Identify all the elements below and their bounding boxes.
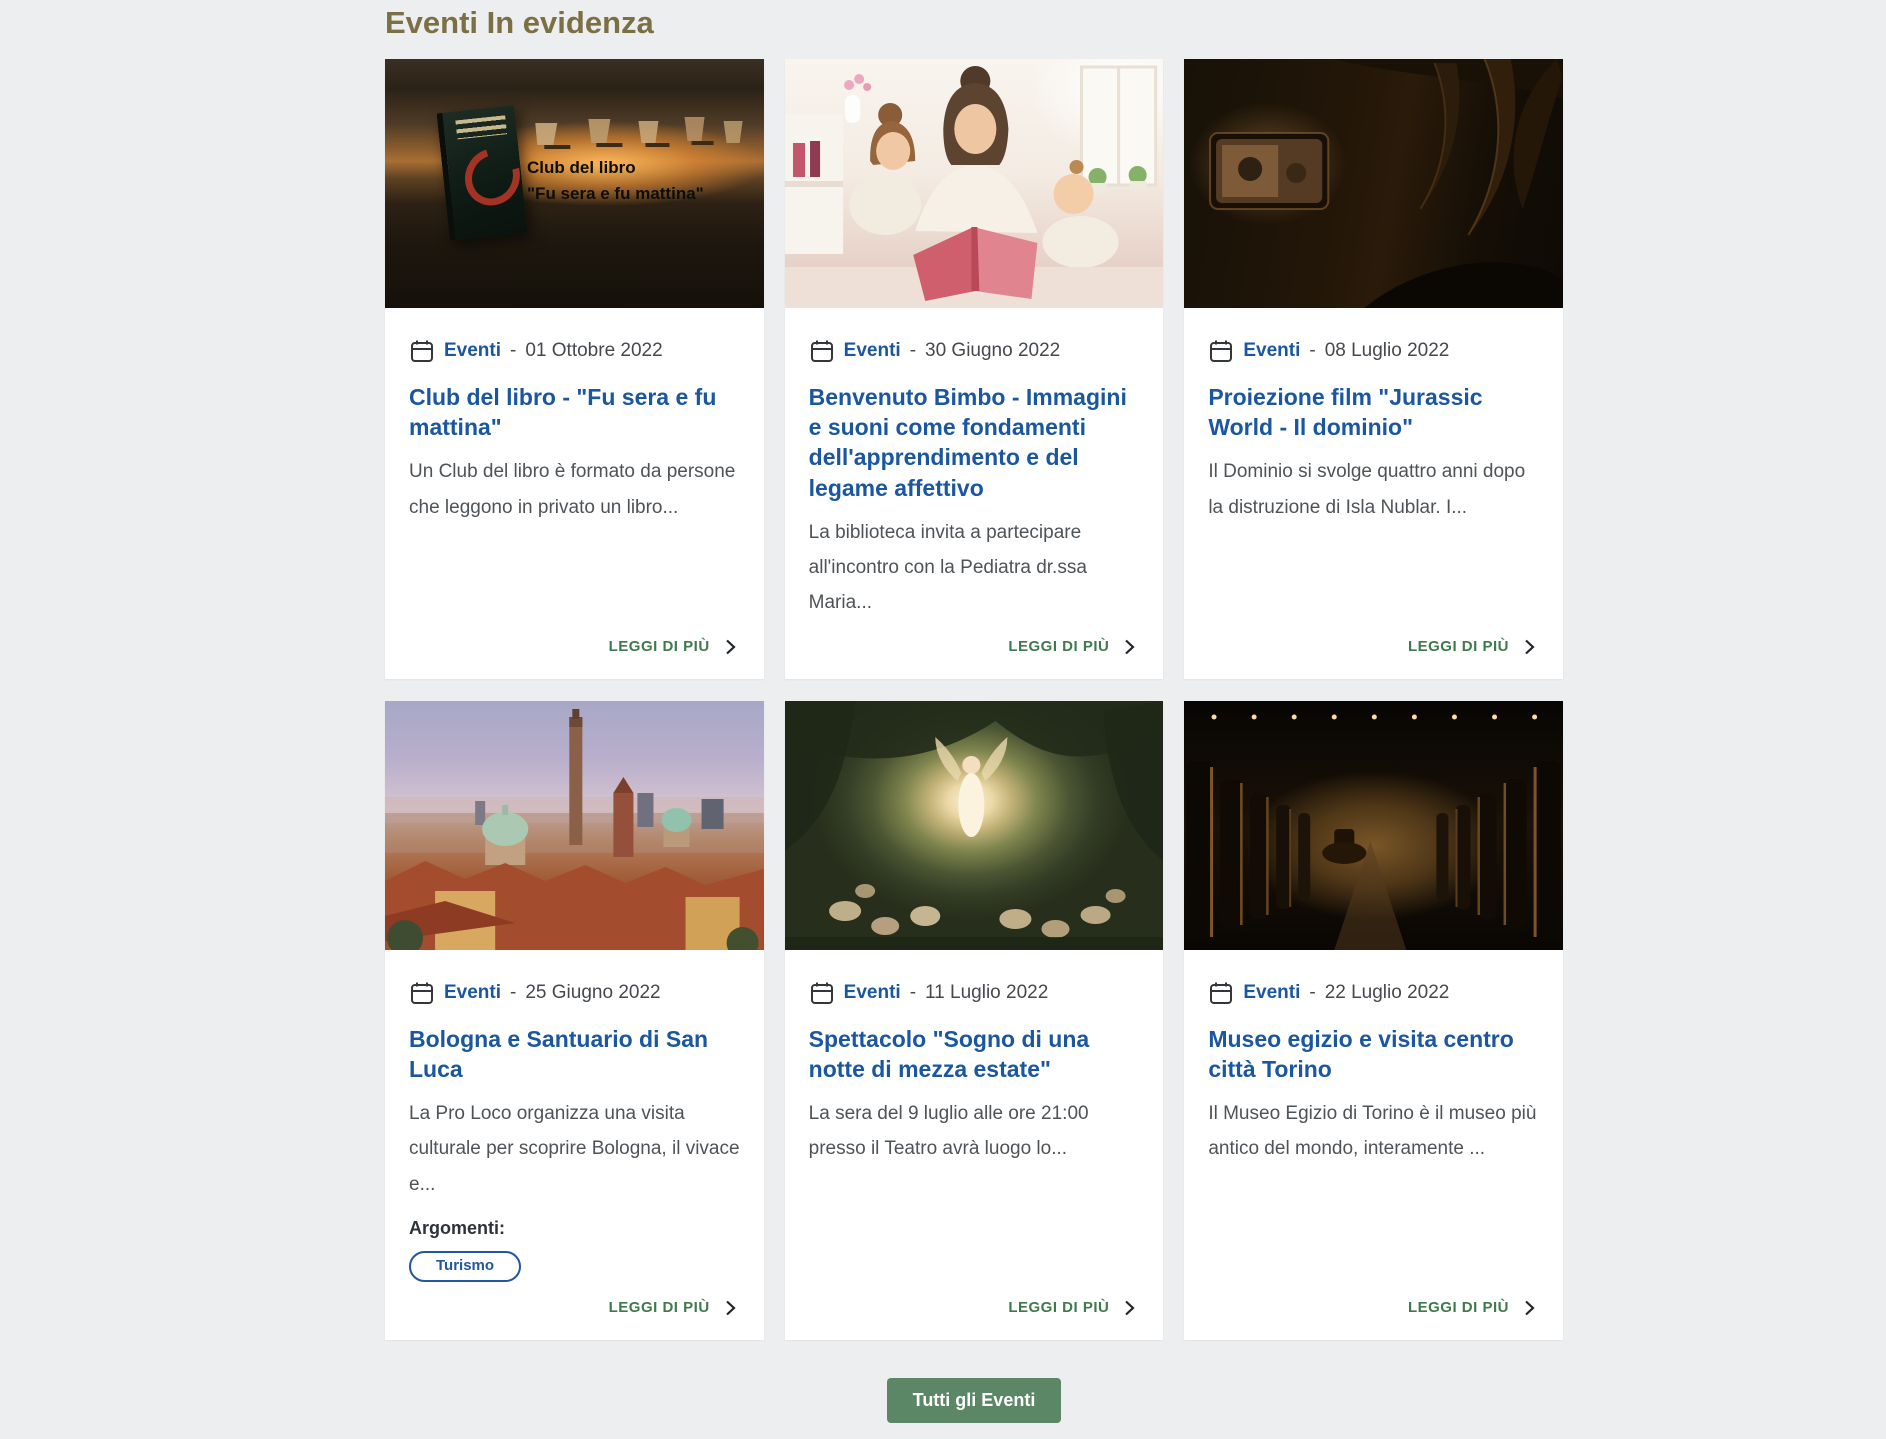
event-date: 01 Ottobre 2022: [525, 340, 662, 362]
footer-row: Tutti gli Eventi: [385, 1378, 1563, 1423]
chevron-right-icon: [1519, 1298, 1539, 1318]
bologna-skyline-illustration: [385, 701, 764, 950]
book-cover-graphic: [437, 105, 528, 240]
event-date: 22 Luglio 2022: [1325, 982, 1450, 1004]
calendar-icon: [809, 338, 835, 364]
family-reading-illustration: [785, 59, 1164, 308]
event-title-link[interactable]: Club del libro - "Fu sera e fu mattina": [409, 382, 740, 443]
event-card: Eventi - 25 Giugno 2022 Bologna e Santua…: [385, 701, 764, 1340]
event-title-link[interactable]: Spettacolo "Sogno di una notte di mezza …: [809, 1024, 1140, 1085]
meta-separator: -: [510, 982, 516, 1004]
event-excerpt: La Pro Loco organizza una visita cultura…: [409, 1096, 740, 1201]
topics-row: Turismo: [409, 1251, 740, 1282]
chevron-right-icon: [1519, 637, 1539, 657]
event-date: 11 Luglio 2022: [925, 982, 1048, 1004]
calendar-icon: [409, 980, 435, 1006]
event-image-family-reading[interactable]: [785, 59, 1164, 308]
calendar-icon: [1208, 338, 1234, 364]
event-card-body: Eventi - 25 Giugno 2022 Bologna e Santua…: [385, 950, 764, 1340]
image-caption: Club del libro "Fu sera e fu mattina": [527, 155, 704, 207]
event-excerpt: La sera del 9 luglio alle ore 21:00 pres…: [809, 1096, 1140, 1166]
event-image-book-club[interactable]: Club del libro "Fu sera e fu mattina": [385, 59, 764, 308]
fairy-painting-illustration: [785, 701, 1164, 950]
image-caption-line1: Club del libro: [527, 155, 704, 181]
event-excerpt: Il Museo Egizio di Torino è il museo più…: [1208, 1096, 1539, 1166]
read-more-link[interactable]: LEGGI DI PIÙ: [809, 621, 1140, 657]
read-more-link[interactable]: LEGGI DI PIÙ: [409, 621, 740, 657]
event-card: Eventi - 08 Luglio 2022 Proiezione film …: [1184, 59, 1563, 679]
category-link[interactable]: Eventi: [444, 340, 501, 362]
featured-events-section: Eventi In evidenza Club del libro: [385, 0, 1563, 1439]
category-link[interactable]: Eventi: [844, 982, 901, 1004]
event-image-bologna[interactable]: [385, 701, 764, 950]
all-events-button[interactable]: Tutti gli Eventi: [887, 1378, 1062, 1423]
event-meta: Eventi - 08 Luglio 2022: [1208, 338, 1539, 364]
event-title-link[interactable]: Museo egizio e visita centro città Torin…: [1208, 1024, 1539, 1085]
event-card: Eventi - 11 Luglio 2022 Spettacolo "Sogn…: [785, 701, 1164, 1340]
page-title: Eventi In evidenza: [385, 4, 1563, 43]
event-meta: Eventi - 25 Giugno 2022: [409, 980, 740, 1006]
event-date: 08 Luglio 2022: [1325, 340, 1450, 362]
event-meta: Eventi - 22 Luglio 2022: [1208, 980, 1539, 1006]
topics-label: Argomenti:: [409, 1218, 740, 1239]
read-more-link[interactable]: LEGGI DI PIÙ: [809, 1282, 1140, 1318]
meta-separator: -: [910, 982, 916, 1004]
calendar-icon: [809, 980, 835, 1006]
event-card-body: Eventi - 01 Ottobre 2022 Club del libro …: [385, 308, 764, 679]
meta-separator: -: [1309, 340, 1315, 362]
events-grid: Club del libro "Fu sera e fu mattina" Ev…: [385, 59, 1563, 1340]
event-card: Eventi - 22 Luglio 2022 Museo egizio e v…: [1184, 701, 1563, 1340]
meta-separator: -: [910, 340, 916, 362]
calendar-icon: [1208, 980, 1234, 1006]
read-more-label: LEGGI DI PIÙ: [1008, 638, 1109, 655]
event-title-link[interactable]: Proiezione film "Jurassic World - Il dom…: [1208, 382, 1539, 443]
read-more-label: LEGGI DI PIÙ: [1408, 638, 1509, 655]
event-card: Eventi - 30 Giugno 2022 Benvenuto Bimbo …: [785, 59, 1164, 679]
read-more-link[interactable]: LEGGI DI PIÙ: [1208, 621, 1539, 657]
event-meta: Eventi - 11 Luglio 2022: [809, 980, 1140, 1006]
event-title-link[interactable]: Bologna e Santuario di San Luca: [409, 1024, 740, 1085]
chevron-right-icon: [720, 1298, 740, 1318]
event-card-body: Eventi - 08 Luglio 2022 Proiezione film …: [1184, 308, 1563, 679]
event-date: 25 Giugno 2022: [525, 982, 660, 1004]
read-more-link[interactable]: LEGGI DI PIÙ: [409, 1282, 740, 1318]
meta-separator: -: [510, 340, 516, 362]
dinosaur-scene-illustration: [1184, 59, 1563, 308]
read-more-label: LEGGI DI PIÙ: [609, 638, 710, 655]
category-link[interactable]: Eventi: [1243, 340, 1300, 362]
event-image-jurassic-world[interactable]: [1184, 59, 1563, 308]
event-excerpt: Il Dominio si svolge quattro anni dopo l…: [1208, 454, 1539, 524]
event-date: 30 Giugno 2022: [925, 340, 1060, 362]
meta-separator: -: [1309, 982, 1315, 1004]
image-caption-line2: "Fu sera e fu mattina": [527, 181, 704, 207]
calendar-icon: [409, 338, 435, 364]
event-card-body: Eventi - 11 Luglio 2022 Spettacolo "Sogn…: [785, 950, 1164, 1340]
chevron-right-icon: [1119, 637, 1139, 657]
museum-gallery-illustration: [1184, 701, 1563, 950]
read-more-label: LEGGI DI PIÙ: [1008, 1299, 1109, 1316]
event-excerpt: Un Club del libro è formato da persone c…: [409, 454, 740, 524]
event-image-fairy-painting[interactable]: [785, 701, 1164, 950]
event-image-egyptian-museum[interactable]: [1184, 701, 1563, 950]
category-link[interactable]: Eventi: [444, 982, 501, 1004]
event-title-link[interactable]: Benvenuto Bimbo - Immagini e suoni come …: [809, 382, 1140, 503]
event-card-body: Eventi - 22 Luglio 2022 Museo egizio e v…: [1184, 950, 1563, 1340]
read-more-label: LEGGI DI PIÙ: [609, 1299, 710, 1316]
read-more-link[interactable]: LEGGI DI PIÙ: [1208, 1282, 1539, 1318]
read-more-label: LEGGI DI PIÙ: [1408, 1299, 1509, 1316]
event-card: Club del libro "Fu sera e fu mattina" Ev…: [385, 59, 764, 679]
event-excerpt: La biblioteca invita a partecipare all'i…: [809, 515, 1140, 620]
category-link[interactable]: Eventi: [844, 340, 901, 362]
category-link[interactable]: Eventi: [1243, 982, 1300, 1004]
event-meta: Eventi - 30 Giugno 2022: [809, 338, 1140, 364]
event-meta: Eventi - 01 Ottobre 2022: [409, 338, 740, 364]
chevron-right-icon: [1119, 1298, 1139, 1318]
topic-chip-turismo[interactable]: Turismo: [409, 1251, 521, 1282]
chevron-right-icon: [720, 637, 740, 657]
event-card-body: Eventi - 30 Giugno 2022 Benvenuto Bimbo …: [785, 308, 1164, 679]
